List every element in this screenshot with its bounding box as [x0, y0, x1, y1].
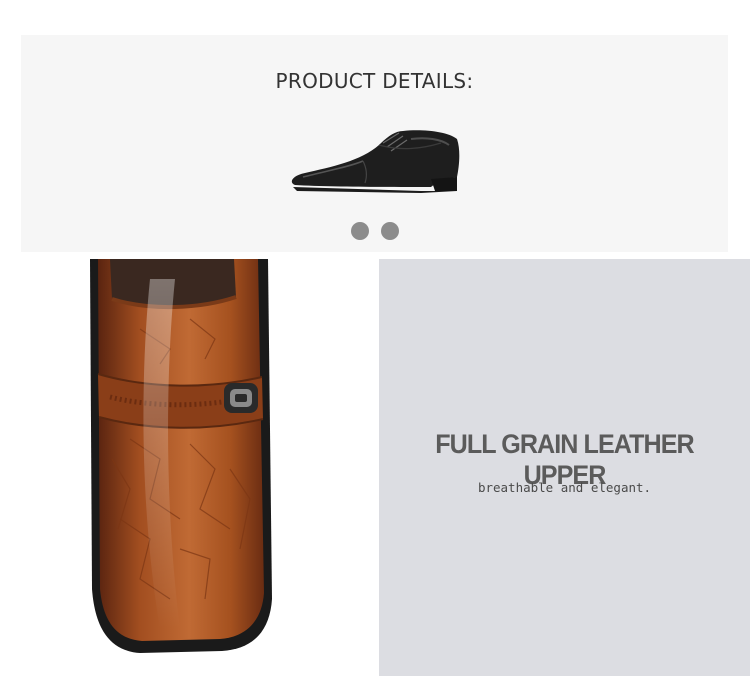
brown-loafer-closeup-image — [0, 259, 378, 676]
product-details-header: PRODUCT DETAILS: — [21, 35, 728, 252]
carousel-dot-1[interactable] — [350, 222, 369, 240]
feature-panel: FULL GRAIN LEATHER UPPER breathable and … — [379, 259, 750, 676]
black-oxford-shoe-image — [291, 130, 460, 193]
section-title: PRODUCT DETAILS: — [275, 69, 474, 93]
carousel-dots — [21, 222, 728, 240]
feature-subtitle: breathable and elegant. — [477, 480, 652, 495]
carousel-dot-2[interactable] — [380, 222, 399, 240]
